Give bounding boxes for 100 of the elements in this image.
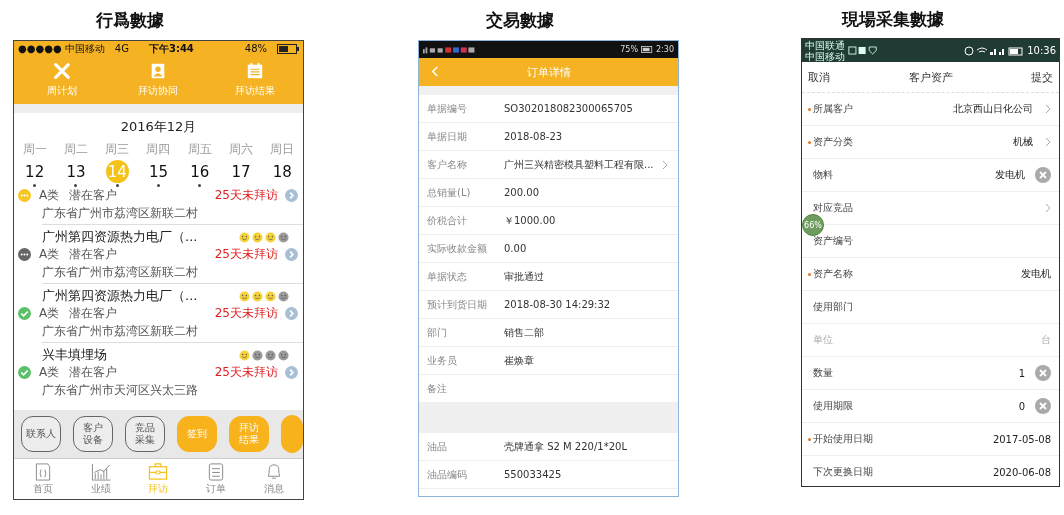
action-button[interactable]: 竞品 采集 [125,416,165,452]
field-value: SO302018082300065705 [504,103,633,114]
calendar-day[interactable]: 17 [229,160,253,183]
field-value[interactable]: 0 [1018,400,1025,412]
smiley-icon [252,290,263,302]
signal-icons [964,45,1025,56]
clear-icon[interactable] [1035,365,1051,381]
section-heading: 行爲數據 [94,8,165,32]
more-dots-icon [18,189,31,202]
field-value: 崔焕章 [504,353,534,368]
chevron-icon[interactable] [662,159,668,170]
overdue-text: 25天未拜访 [214,364,278,381]
chevron-icon[interactable] [285,189,298,202]
weekday-label: 周三 [105,141,130,158]
section-heading: 現場采集數據 [840,7,945,31]
action-button[interactable]: 联系人 [21,416,61,452]
network-text: 4G [114,43,129,54]
calendar-day[interactable]: 12 [23,160,47,183]
customer-address: 广东省广州市荔湾区新联二村 [42,264,199,281]
chevron-icon[interactable] [1045,137,1051,147]
back-icon[interactable] [431,65,440,78]
field-label: 单位 [813,333,833,347]
smiley-icon [239,290,250,302]
partial-button[interactable] [281,415,303,453]
field-value: 550033425 [504,469,562,480]
field-value[interactable]: 北京西山日化公司 [953,102,1033,116]
battery-icon [277,43,299,54]
field-label: 对应竞品 [813,201,853,215]
field-label: 实际收款金额 [427,241,488,256]
tab-item[interactable]: 业绩 [71,459,130,499]
tools-icon [53,62,72,80]
field-value: 壳牌通拿 S2 M 220/1*20L [504,439,627,454]
chevron-icon[interactable] [285,307,298,320]
field-label: 资产分类 [813,135,853,149]
field-label: 油品编码 [427,467,468,482]
field-value[interactable]: 2017-05-08 [992,433,1051,445]
weekday-label: 周五 [187,141,212,158]
briefcase-icon [147,462,170,481]
field-label: 油品 [427,439,448,454]
calendar-day[interactable]: 16 [188,160,212,183]
month-title: 2016年12月 [119,118,198,136]
weekday-label: 周一 [22,141,47,158]
customer-name[interactable]: 兴丰填埋场 [42,346,107,364]
notification-icons [848,46,878,55]
chevron-icon[interactable] [285,366,298,379]
customer-type: 潜在客户 [69,187,118,204]
chevron-icon[interactable] [285,248,298,261]
tab-item[interactable]: 首页 [14,459,72,499]
weekday-label: 周二 [63,141,88,158]
chevron-icon[interactable] [1045,203,1051,213]
bar-chart-icon [89,462,112,481]
field-label: 物料 [813,168,833,182]
smiley-icon [252,231,263,243]
carrier-text: 中国移动 [805,50,845,62]
carrier-text: 中国联通 [805,39,845,51]
smiley-icon [278,231,289,243]
clear-icon[interactable] [1035,398,1051,414]
field-value[interactable]: 机械 [1013,135,1033,149]
action-button[interactable]: 客户 设备 [73,416,113,452]
field-value: 销售二部 [504,325,544,340]
smiley-icon [265,290,276,302]
customer-address: 广东省广州市天河区兴太三路 [42,382,199,399]
smiley-icon [278,349,289,361]
weekday-label: 周六 [229,141,254,158]
field-value[interactable]: 发电机 [995,168,1025,182]
field-label: 使用期限 [813,399,853,413]
customer-name[interactable]: 广州第四资源热力电厂（... [42,287,198,305]
customer-name[interactable]: 广州第四资源热力电厂（... [42,228,198,246]
more-dots-icon [18,248,31,261]
calendar-day[interactable]: 18 [270,160,294,183]
calendar-icon [245,62,264,80]
tab-item[interactable]: 消息 [245,459,303,499]
field-label: 数量 [813,366,833,380]
field-value[interactable]: 发电机 [1021,267,1051,281]
tab-item[interactable]: 订单 [187,459,246,499]
field-label: 资产名称 [813,267,853,281]
field-value[interactable]: 1 [1018,367,1025,379]
battery-text: 75% [620,45,639,54]
weekday-label: 周日 [270,141,295,158]
submit-button[interactable]: 提交 [1031,69,1053,85]
calendar-day[interactable]: 15 [147,160,170,183]
customer-type: 潜在客户 [69,364,118,381]
page-title: 订单详情 [526,64,571,80]
field-value[interactable]: 2020-06-08 [992,466,1051,478]
customer-category: A类 [39,364,60,381]
field-value: 200.00 [504,187,539,198]
field-label: 所属客户 [813,102,853,116]
battery-text: 48% [244,43,267,54]
chevron-icon[interactable] [1045,104,1051,114]
field-value: 广州三兴精密模具塑料工程有限... [504,157,654,172]
calendar-day[interactable]: 13 [64,160,88,183]
field-label: 价税合计 [427,213,468,228]
field-value: ￥1000.00 [504,213,556,228]
field-label: 使用部门 [813,300,853,314]
field-label: 预计到货日期 [427,297,488,312]
check-icon [18,366,31,379]
cancel-button[interactable]: 取消 [808,69,830,85]
smiley-icon [252,349,263,361]
clear-icon[interactable] [1035,167,1051,183]
field-label: 单据编号 [427,101,468,116]
